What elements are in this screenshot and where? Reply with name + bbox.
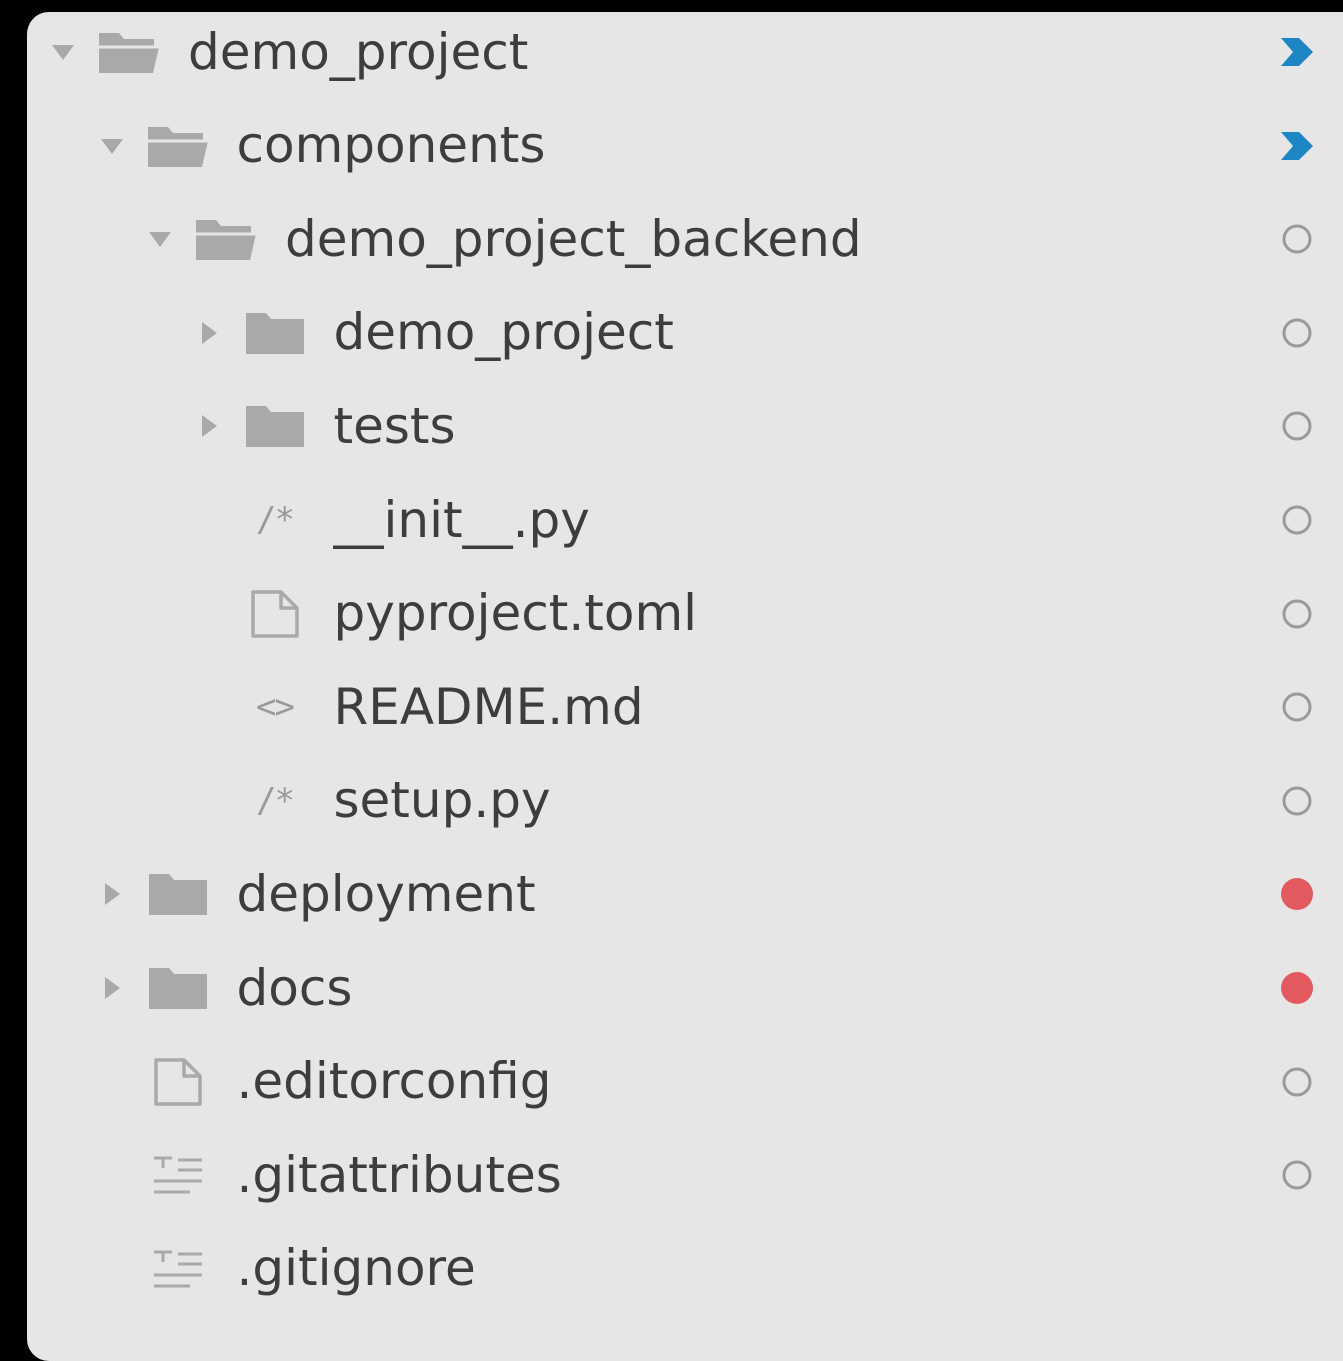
chevron-down-icon[interactable] [145,193,175,286]
file-tree-panel: demo_project components demo_project_backe… [27,12,1343,1361]
code-comment-icon-glyph: /* [256,780,295,821]
chevron-down-icon[interactable] [48,6,78,99]
tree-row[interactable]: /* setup.py [27,754,1343,847]
folder-icon [145,942,211,1035]
status-ring-icon [1277,567,1317,660]
folder-icon [145,848,211,941]
folder-open-icon [96,6,162,99]
tree-item-label: .gitattributes [236,1145,562,1204]
tree-row[interactable]: <> README.md [27,661,1343,754]
tree-item-label: pyproject.toml [333,584,698,643]
markup-icon-glyph: <> [256,687,295,728]
tree-item-label: deployment [236,864,536,923]
tree-row[interactable]: docs [27,942,1343,1035]
tree-item-label: __init__.py [333,490,590,549]
tree-row[interactable]: deployment [27,848,1343,941]
tree-item-label: tests [333,396,456,455]
status-ring-icon [1277,1035,1317,1128]
tree-item-label: .editorconfig [236,1052,552,1111]
text-lines-icon [145,1129,211,1222]
tree-row[interactable]: demo_project_backend [27,193,1343,286]
status-ring-icon [1277,754,1317,847]
code-comment-icon-glyph: /* [256,500,295,540]
tree-row[interactable]: pyproject.toml [27,567,1343,660]
tree-item-label: .gitignore [236,1239,476,1298]
text-lines-icon [145,1222,211,1315]
markup-icon: <> [242,661,308,754]
tree-item-label: docs [236,958,353,1017]
modified-chevron-icon [1277,6,1317,99]
code-comment-icon: /* [242,474,308,567]
tree-row[interactable]: .gitignore [27,1222,1343,1315]
tree-row[interactable]: /* __init__.py [27,474,1343,567]
tree-item-label: components [236,116,546,175]
tree-item-label: demo_project [188,22,529,81]
error-dot-icon [1277,848,1317,941]
chevron-right-icon[interactable] [97,942,127,1035]
tree-item-label: demo_project [333,303,674,362]
folder-icon [242,380,308,473]
folder-open-icon [193,193,259,286]
file-icon [242,567,308,660]
tree-row[interactable]: demo_project [27,6,1343,99]
status-ring-icon [1277,474,1317,567]
chevron-right-icon[interactable] [194,380,224,473]
tree-item-label: setup.py [333,771,551,830]
tree-row[interactable]: tests [27,380,1343,473]
tree-row[interactable]: demo_project [27,286,1343,379]
chevron-down-icon[interactable] [97,99,127,192]
file-icon [145,1035,211,1128]
status-ring-icon [1277,193,1317,286]
status-ring-icon [1277,661,1317,754]
status-ring-icon [1277,380,1317,473]
status-ring-icon [1277,286,1317,379]
tree-row[interactable]: .gitattributes [27,1129,1343,1222]
tree-row[interactable]: .editorconfig [27,1035,1343,1128]
modified-chevron-icon [1277,99,1317,192]
folder-icon [242,286,308,379]
chevron-right-icon[interactable] [97,848,127,941]
status-ring-icon [1277,1129,1317,1222]
folder-open-icon [145,99,211,192]
code-comment-icon: /* [242,754,308,847]
tree-row[interactable]: components [27,99,1343,192]
error-dot-icon [1277,942,1317,1035]
tree-item-label: README.md [333,677,644,736]
tree-item-label: demo_project_backend [285,209,862,268]
chevron-right-icon[interactable] [194,286,224,379]
